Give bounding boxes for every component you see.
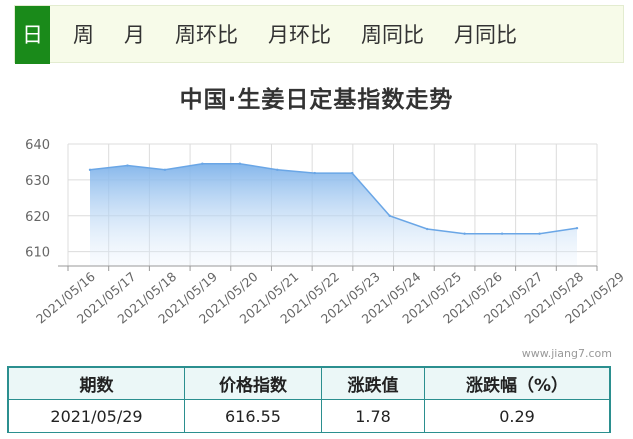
cell-price-index: 616.55 <box>184 399 322 433</box>
data-point <box>538 232 541 235</box>
cell-change-percent: 0.29 <box>424 399 611 433</box>
data-point <box>126 164 129 167</box>
data-point <box>201 162 204 165</box>
y-tick-label: 630 <box>25 174 50 189</box>
data-point <box>163 168 167 172</box>
latest-index-table: 期数 价格指数 涨跌值 涨跌幅（%） 2021/05/29 616.55 1.7… <box>7 366 611 433</box>
cell-change-value: 1.78 <box>321 399 425 433</box>
data-point <box>88 168 92 172</box>
data-point <box>276 168 279 172</box>
data-point <box>575 226 579 230</box>
header-change-percent: 涨跌幅（%） <box>424 366 611 400</box>
y-tick-label: 640 <box>25 138 50 153</box>
cell-period: 2021/05/29 <box>7 399 185 433</box>
y-tick-label: 610 <box>25 246 50 261</box>
header-period: 期数 <box>7 366 185 400</box>
data-point <box>351 171 354 175</box>
data-point <box>238 162 242 165</box>
table-row: 2021/05/29 616.55 1.78 0.29 <box>7 399 611 433</box>
data-point <box>313 171 316 175</box>
data-point <box>388 214 391 217</box>
header-change-value: 涨跌值 <box>321 366 425 400</box>
data-point <box>463 232 466 235</box>
data-point <box>500 232 504 235</box>
header-price-index: 价格指数 <box>184 366 322 400</box>
index-trend-chart: 6106206306402021/05/162021/05/172021/05/… <box>25 138 627 360</box>
data-point <box>425 227 429 231</box>
y-tick-label: 620 <box>25 210 50 225</box>
index-area-fill <box>90 163 577 266</box>
watermark-text: www.jiang7.com <box>522 347 612 360</box>
